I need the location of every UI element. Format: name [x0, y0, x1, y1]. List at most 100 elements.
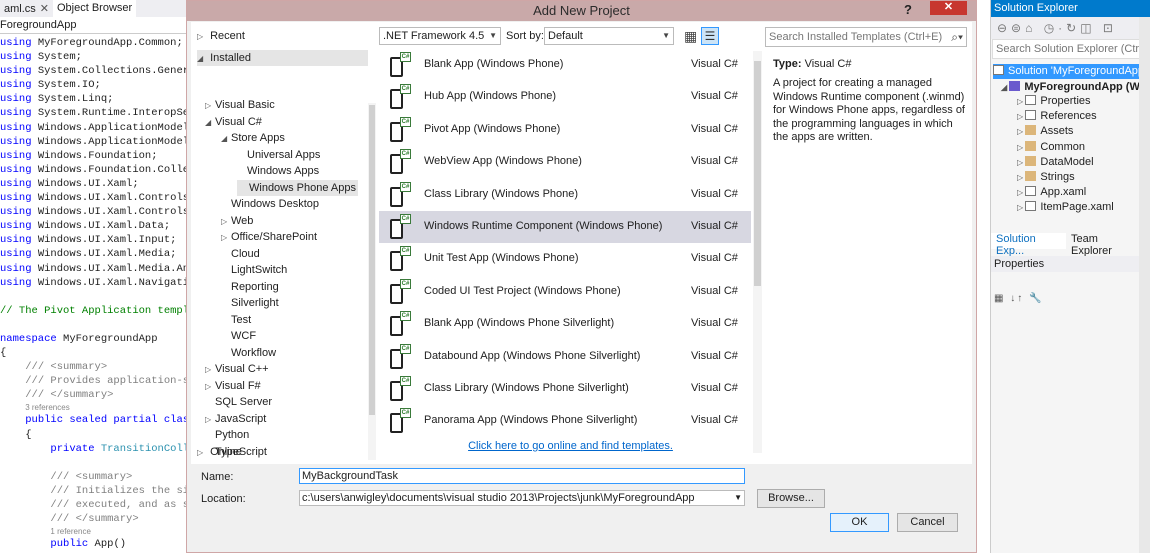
framework-select[interactable]: .NET Framework 4.5 ▼	[379, 27, 501, 45]
collapse-icon[interactable]: ◢	[1001, 83, 1009, 92]
tree-item[interactable]: SQL Server	[205, 394, 272, 410]
expand-icon[interactable]: ▷	[205, 379, 215, 395]
solution-explorer-toolbar[interactable]: ⊖⊜⌂ ◷·↻◫ ⊡	[991, 17, 1150, 39]
using-line[interactable]: using System;	[0, 50, 190, 64]
tree-item[interactable]: ▷ Visual Basic	[205, 97, 275, 113]
using-line[interactable]: using Windows.UI.Xaml.Media.Ani	[0, 262, 190, 276]
doc-line[interactable]: /// Provides application-sp	[0, 374, 190, 388]
using-line[interactable]: using Windows.UI.Xaml;	[0, 177, 190, 191]
template-item[interactable]: C# Panorama App (Windows Phone Silverligh…	[379, 405, 751, 437]
tree-item[interactable]: Reporting	[221, 279, 279, 295]
using-line[interactable]: using Windows.ApplicationModel;	[0, 121, 190, 135]
doc-line[interactable]: /// <summary>	[0, 470, 190, 484]
properties-toolbar[interactable]: ▦ ↓↑ 🔧	[994, 293, 1043, 304]
list-view-icon[interactable]: ☰	[701, 27, 719, 45]
using-line[interactable]: using Windows.UI.Xaml.Navigati	[0, 276, 190, 290]
using-line[interactable]: using Windows.Foundation.Collec	[0, 163, 190, 177]
tree-item[interactable]: ▷ Web	[221, 213, 253, 229]
tree-item-recent[interactable]: ▷ Recent	[197, 28, 245, 44]
using-line[interactable]: using Windows.UI.Xaml.Controls.	[0, 205, 190, 219]
tree-item-installed[interactable]: ◢ Installed	[197, 50, 368, 66]
solution-tree-item[interactable]: ▷ ItemPage.xaml	[1017, 200, 1114, 215]
solution-tree-item[interactable]: ▷ Strings	[1017, 170, 1075, 185]
blank-line[interactable]	[0, 456, 190, 470]
solution-tree-item[interactable]: ▷ Properties	[1017, 94, 1091, 109]
chevron-down-icon[interactable]: ▼	[734, 491, 742, 505]
expand-icon[interactable]: ▷	[1017, 143, 1025, 152]
template-item[interactable]: C# Coded UI Test Project (Windows Phone) V…	[379, 276, 751, 308]
template-search-input[interactable]: Search Installed Templates (Ctrl+E) ⌕▾	[765, 27, 967, 47]
tree-item[interactable]: ▷ Visual C++	[205, 361, 269, 377]
expand-icon[interactable]: ▷	[1017, 173, 1025, 182]
template-scrollbar[interactable]	[753, 51, 762, 453]
close-button[interactable]: ✕	[930, 1, 967, 15]
using-line[interactable]: using System.Linq;	[0, 92, 190, 106]
doc-line[interactable]: /// executed, and as su	[0, 498, 190, 512]
constructor-line[interactable]: public App()	[0, 537, 190, 551]
using-line[interactable]: using Windows.Foundation;	[0, 149, 190, 163]
using-line[interactable]: using System.IO;	[0, 78, 190, 92]
expand-icon[interactable]: ▷	[221, 230, 231, 246]
tree-item[interactable]: Universal Apps	[237, 147, 320, 163]
template-item[interactable]: C# Class Library (Windows Phone) Visual C#	[379, 179, 751, 211]
using-line[interactable]: using Windows.ApplicationModel.	[0, 135, 190, 149]
brace-line[interactable]: {	[0, 428, 190, 442]
solution-node[interactable]: Solution 'MyForegroundApp	[993, 64, 1144, 79]
tree-item[interactable]: ◢ Visual C#	[205, 114, 262, 130]
expand-icon[interactable]: ▷	[1017, 127, 1025, 136]
expand-icon[interactable]: ▷	[1017, 203, 1025, 212]
tree-item[interactable]: WCF	[221, 328, 256, 344]
search-icon[interactable]: ⌕▾	[951, 28, 963, 46]
comment-line[interactable]: // The Pivot Application templa	[0, 304, 190, 318]
tab-app-xaml-cs[interactable]: aml.cs ✕	[0, 0, 53, 17]
close-icon[interactable]: ✕	[40, 3, 49, 15]
cancel-button[interactable]: Cancel	[897, 513, 958, 532]
using-line[interactable]: using System.Runtime.InteropSer	[0, 106, 190, 120]
code-lens-references[interactable]: 1 reference	[50, 527, 90, 536]
template-item[interactable]: C# Hub App (Windows Phone) Visual C#	[379, 81, 751, 113]
solution-explorer-scrollbar[interactable]	[1139, 17, 1150, 553]
doc-line[interactable]: /// </summary>	[0, 388, 190, 402]
tab-team-explorer[interactable]: Team Explorer	[1066, 233, 1141, 257]
using-line[interactable]: using Windows.UI.Xaml.Data;	[0, 219, 190, 233]
collapse-icon[interactable]: ◢	[197, 51, 207, 67]
tree-item-online[interactable]: ▷ Online	[197, 444, 242, 460]
template-item[interactable]: C# Databound App (Windows Phone Silverlig…	[379, 341, 751, 373]
solution-tree-item[interactable]: ▷ App.xaml	[1017, 185, 1086, 200]
tree-item[interactable]: ▷ Office/SharePoint	[221, 229, 317, 245]
using-line[interactable]: using Windows.UI.Xaml.Input;	[0, 233, 190, 247]
editor-navigation-bar[interactable]: ForegroundApp	[0, 17, 190, 34]
code-lens-references[interactable]: 3 references	[25, 403, 69, 412]
blank-line[interactable]	[0, 318, 190, 332]
tree-scrollbar[interactable]	[368, 103, 376, 460]
tree-item[interactable]: Workflow	[221, 345, 276, 361]
expand-icon[interactable]: ▷	[1017, 158, 1025, 167]
expand-icon[interactable]: ▷	[1017, 112, 1025, 121]
solution-tree-item[interactable]: ▷ Common	[1017, 140, 1085, 155]
expand-icon[interactable]: ▷	[1017, 97, 1025, 106]
location-input[interactable]: c:\users\anwigley\documents\visual studi…	[299, 490, 745, 506]
solution-search-input[interactable]: Search Solution Explorer (Ctrl+;)	[992, 39, 1150, 59]
doc-line[interactable]: /// </summary>	[0, 512, 190, 526]
expand-icon[interactable]: ▷	[221, 214, 231, 230]
tab-object-browser[interactable]: Object Browser	[53, 0, 137, 17]
doc-line[interactable]: /// <summary>	[0, 360, 190, 374]
solution-tree-item[interactable]: ▷ References	[1017, 109, 1097, 124]
expand-icon[interactable]: ▷	[197, 29, 207, 45]
expand-icon[interactable]: ▷	[205, 362, 215, 378]
tree-item[interactable]: Test	[221, 312, 251, 328]
template-item[interactable]: C# Class Library (Windows Phone Silverlig…	[379, 373, 751, 405]
namespace-line[interactable]: namespace MyForegroundApp	[0, 332, 190, 346]
using-line[interactable]: using Windows.UI.Xaml.Controls;	[0, 191, 190, 205]
help-button[interactable]: ?	[904, 2, 922, 17]
online-templates-link[interactable]: Click here to go online and find templat…	[379, 440, 762, 452]
scrollbar-thumb[interactable]	[754, 61, 761, 286]
collapse-icon[interactable]: ◢	[221, 131, 231, 147]
using-line[interactable]: using Windows.UI.Xaml.Media;	[0, 247, 190, 261]
tree-item[interactable]: Windows Phone Apps	[237, 179, 359, 196]
tree-item[interactable]: Windows Desktop	[221, 196, 319, 212]
template-item[interactable]: C# Blank App (Windows Phone Silverlight) V…	[379, 308, 751, 340]
tab-solution-explorer[interactable]: Solution Exp...	[991, 233, 1066, 257]
code-lens-line[interactable]: 3 references	[0, 402, 190, 413]
template-item[interactable]: C# Unit Test App (Windows Phone) Visual C#	[379, 243, 751, 275]
